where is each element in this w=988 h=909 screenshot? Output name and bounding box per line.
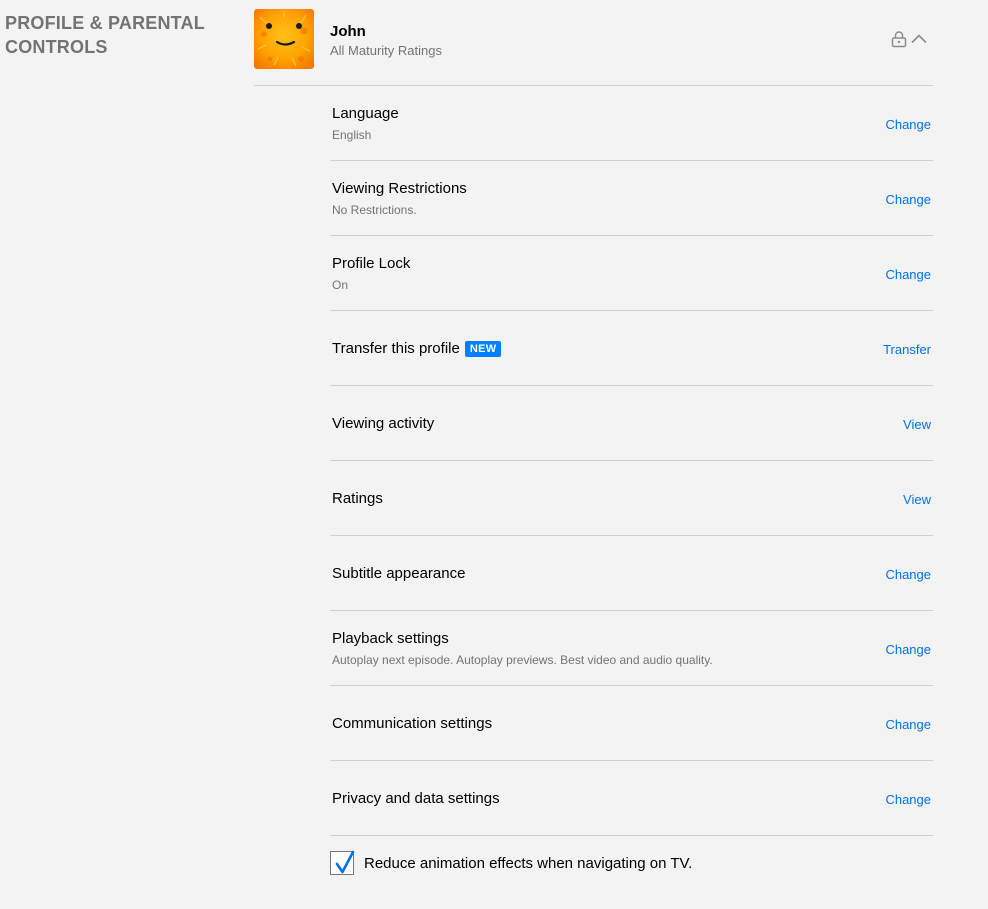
setting-row-language: Language English Change bbox=[330, 86, 933, 161]
section-title: PROFILE & PARENTAL CONTROLS bbox=[5, 13, 205, 57]
profile-maturity-rating: All Maturity Ratings bbox=[330, 43, 442, 58]
setting-title: Ratings bbox=[332, 490, 383, 507]
reduce-animation-option: Reduce animation effects when navigating… bbox=[330, 850, 933, 879]
reduce-animation-checkbox[interactable] bbox=[330, 850, 355, 875]
setting-title: Playback settings bbox=[332, 630, 449, 647]
setting-title: Viewing Restrictions bbox=[332, 180, 467, 197]
checkmark-icon bbox=[335, 850, 355, 874]
setting-title-text: Transfer this profile bbox=[332, 340, 460, 357]
change-playback-settings-link[interactable]: Change bbox=[885, 642, 931, 657]
setting-value: No Restrictions. bbox=[332, 203, 417, 217]
setting-row-viewing-activity: Viewing activity View bbox=[330, 386, 933, 461]
setting-row-playback-settings: Playback settings Autoplay next episode.… bbox=[330, 611, 933, 686]
setting-value: Autoplay next episode. Autoplay previews… bbox=[332, 653, 713, 667]
setting-row-transfer-profile: Transfer this profile NEW Transfer bbox=[330, 311, 933, 386]
transfer-profile-link[interactable]: Transfer bbox=[883, 342, 931, 357]
view-ratings-link[interactable]: View bbox=[903, 492, 931, 507]
change-language-link[interactable]: Change bbox=[885, 117, 931, 132]
setting-row-privacy-data-settings: Privacy and data settings Change bbox=[330, 761, 933, 836]
profile-header[interactable]: John All Maturity Ratings bbox=[254, 9, 933, 69]
view-viewing-activity-link[interactable]: View bbox=[903, 417, 931, 432]
profile-name: John bbox=[330, 23, 366, 40]
setting-title: Viewing activity bbox=[332, 415, 435, 432]
setting-title: Subtitle appearance bbox=[332, 565, 466, 582]
change-profile-lock-link[interactable]: Change bbox=[885, 267, 931, 282]
setting-title: Communication settings bbox=[332, 715, 493, 732]
setting-value: English bbox=[332, 128, 372, 142]
change-privacy-data-settings-link[interactable]: Change bbox=[885, 792, 931, 807]
lock-icon bbox=[891, 31, 907, 48]
new-badge: NEW bbox=[464, 341, 502, 357]
setting-row-ratings: Ratings View bbox=[330, 461, 933, 536]
setting-value: On bbox=[332, 278, 349, 292]
settings-list: Language English Change Viewing Restrict… bbox=[330, 86, 933, 836]
setting-title: Transfer this profile NEW bbox=[332, 340, 502, 357]
setting-title: Profile Lock bbox=[332, 255, 411, 272]
chevron-up-icon[interactable] bbox=[910, 30, 928, 48]
change-subtitle-appearance-link[interactable]: Change bbox=[885, 567, 931, 582]
setting-row-profile-lock: Profile Lock On Change bbox=[330, 236, 933, 311]
reduce-animation-label[interactable]: Reduce animation effects when navigating… bbox=[364, 855, 692, 872]
setting-row-subtitle-appearance: Subtitle appearance Change bbox=[330, 536, 933, 611]
change-viewing-restrictions-link[interactable]: Change bbox=[885, 192, 931, 207]
profile-avatar bbox=[254, 9, 314, 69]
change-communication-settings-link[interactable]: Change bbox=[885, 717, 931, 732]
setting-row-viewing-restrictions: Viewing Restrictions No Restrictions. Ch… bbox=[330, 161, 933, 236]
setting-title: Privacy and data settings bbox=[332, 790, 500, 807]
setting-row-communication-settings: Communication settings Change bbox=[330, 686, 933, 761]
setting-title: Language bbox=[332, 105, 399, 122]
sun-face-avatar-icon bbox=[254, 9, 314, 69]
